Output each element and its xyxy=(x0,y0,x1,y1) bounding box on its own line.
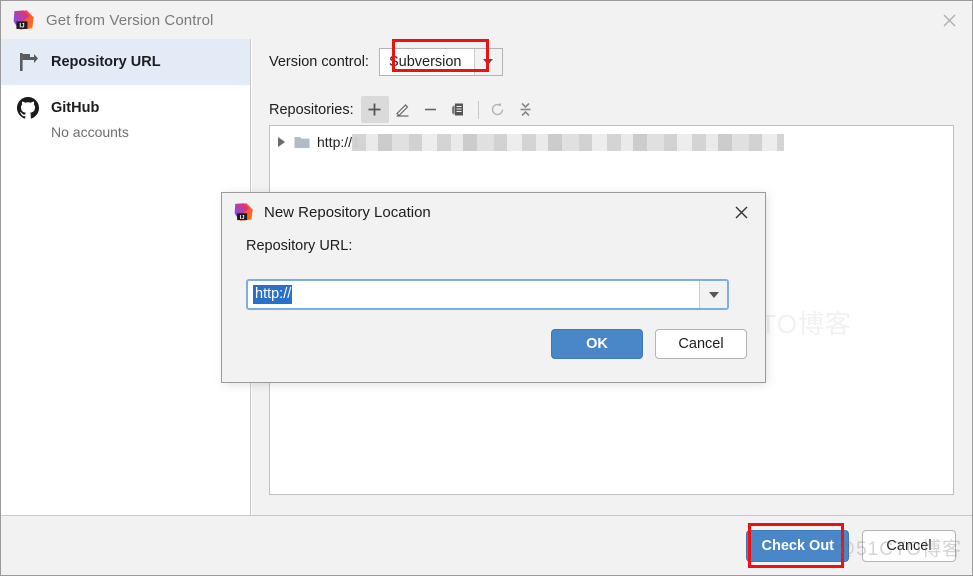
refresh-icon xyxy=(491,102,504,116)
ok-button[interactable]: OK xyxy=(551,329,643,359)
sidebar-item-label: GitHub xyxy=(51,100,100,116)
chevron-down-icon[interactable] xyxy=(699,281,727,308)
version-control-label: Version control: xyxy=(269,54,369,70)
minus-icon xyxy=(425,108,437,111)
new-repository-location-dialog: IJ New Repository Location Repository UR… xyxy=(221,192,766,383)
sidebar-item-label: Repository URL xyxy=(51,54,161,70)
repository-url-value: http:// xyxy=(253,285,293,304)
svg-text:IJ: IJ xyxy=(240,215,245,221)
masked-url-redaction xyxy=(352,134,784,151)
footer-buttons: Check Out Cancel xyxy=(746,530,956,562)
branch-icon xyxy=(20,53,38,71)
collapse-all-button[interactable] xyxy=(512,96,540,123)
collapse-all-icon xyxy=(520,102,531,117)
remove-repository-button[interactable] xyxy=(417,96,445,123)
close-icon[interactable] xyxy=(721,193,761,231)
intellij-idea-logo-icon: IJ xyxy=(234,203,253,221)
modal-buttons: OK Cancel xyxy=(551,329,747,359)
add-repository-button[interactable] xyxy=(360,96,389,123)
intellij-idea-logo-icon: IJ xyxy=(13,10,34,30)
window-title: Get from Version Control xyxy=(46,11,214,29)
sidebar: Repository URL GitHub No accounts xyxy=(1,39,251,515)
modal-title-bar: IJ New Repository Location xyxy=(222,193,765,231)
copy-repository-button[interactable] xyxy=(445,96,473,123)
chevron-down-icon[interactable] xyxy=(473,49,502,75)
sidebar-item-sublabel: No accounts xyxy=(51,124,129,140)
repository-url-combobox[interactable]: http:// xyxy=(246,279,729,310)
sidebar-item-repository-url[interactable]: Repository URL xyxy=(1,39,250,85)
repositories-toolbar-row: Repositories: xyxy=(269,96,540,123)
github-icon xyxy=(17,97,39,119)
svg-text:IJ: IJ xyxy=(19,23,25,30)
version-control-combobox[interactable]: Subversion xyxy=(378,48,503,76)
edit-repository-button[interactable] xyxy=(389,96,417,123)
toolbar-divider xyxy=(477,100,479,119)
pencil-icon xyxy=(396,104,409,117)
folder-icon xyxy=(294,137,310,148)
repository-url-input[interactable]: http:// xyxy=(248,281,699,308)
sidebar-item-github[interactable]: GitHub No accounts xyxy=(1,85,250,152)
repositories-label: Repositories: xyxy=(269,101,354,118)
cancel-button[interactable]: Cancel xyxy=(862,530,956,562)
document-icon xyxy=(452,103,464,116)
close-icon[interactable] xyxy=(926,1,972,39)
get-from-version-control-window: IJ Get from Version Control Repository U… xyxy=(0,0,973,576)
plus-icon xyxy=(368,103,381,116)
check-out-button[interactable]: Check Out xyxy=(746,530,849,562)
modal-title: New Repository Location xyxy=(264,203,431,221)
footer-bar: Check Out Cancel @51CTO博客 xyxy=(1,515,972,575)
refresh-button[interactable] xyxy=(484,96,512,123)
version-control-row: Version control: Subversion xyxy=(269,39,503,76)
chevron-right-icon[interactable] xyxy=(278,137,285,147)
repository-url-label: Repository URL: xyxy=(246,238,353,254)
modal-cancel-button[interactable]: Cancel xyxy=(655,329,747,359)
version-control-value: Subversion xyxy=(379,49,474,75)
table-row[interactable]: http://1 xyxy=(270,130,953,154)
window-title-bar: IJ Get from Version Control xyxy=(1,1,972,39)
